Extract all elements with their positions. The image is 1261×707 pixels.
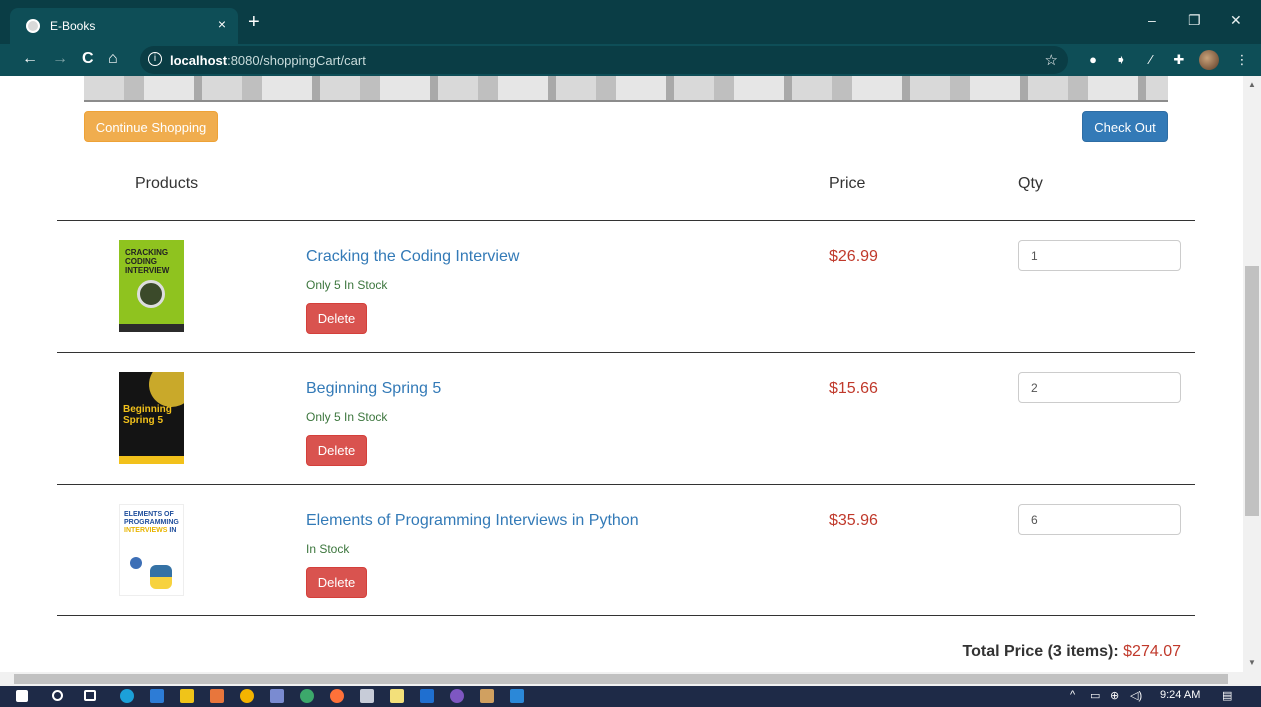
book-cover-image: CRACKING CODING INTERVIEW <box>119 240 184 332</box>
products-column-header: Products <box>135 175 199 192</box>
check-out-button[interactable]: Check Out <box>1082 111 1168 142</box>
page-content: Continue Shopping Check Out Products Pri… <box>0 76 1243 672</box>
edge-icon[interactable] <box>120 689 134 703</box>
extension-lightbulb-icon[interactable]: ● <box>1085 52 1101 68</box>
address-bar[interactable]: i localhost:8080/shoppingCart/cart ☆ <box>140 46 1068 74</box>
item-price: $35.96 <box>829 512 878 529</box>
windows-taskbar: ^ ▭ ⊕ ◁) 9:24 AM ▤ <box>0 686 1261 707</box>
battery-icon[interactable]: ▭ <box>1090 689 1100 702</box>
continue-shopping-button[interactable]: Continue Shopping <box>84 111 218 142</box>
extensions-puzzle-icon[interactable]: ✚ <box>1171 52 1187 68</box>
cart-item: ELEMENTS OF PROGRAMMING INTERVIEWS IN Elem… <box>0 485 1243 616</box>
item-price: $26.99 <box>829 248 878 265</box>
app-icon[interactable] <box>480 689 494 703</box>
reload-button[interactable]: C <box>82 50 94 68</box>
total-amount: $274.07 <box>1123 643 1181 660</box>
new-tab-button[interactable]: + <box>248 12 260 32</box>
book-title-link[interactable]: Beginning Spring 5 <box>306 380 441 398</box>
firefox-icon[interactable] <box>330 689 344 703</box>
windows-start-icon[interactable] <box>16 690 28 702</box>
minimize-button[interactable]: – <box>1148 12 1156 28</box>
delete-button[interactable]: Delete <box>306 567 367 598</box>
qty-input[interactable] <box>1018 240 1181 271</box>
cart-total: Total Price (3 items): $274.07 <box>963 643 1181 661</box>
app-icon[interactable] <box>270 689 284 703</box>
tray-chevron-icon[interactable]: ^ <box>1070 689 1075 701</box>
notification-icon[interactable]: ▤ <box>1222 689 1232 702</box>
restore-button[interactable]: ❐ <box>1188 12 1201 29</box>
search-icon[interactable] <box>52 690 63 701</box>
book-cover-image: Beginning Spring 5 <box>119 372 184 464</box>
calculator-icon[interactable] <box>360 689 374 703</box>
mail-icon[interactable] <box>510 689 524 703</box>
menu-kebab-icon[interactable]: ⋮ <box>1234 52 1250 68</box>
app-icon[interactable] <box>300 689 314 703</box>
file-explorer-icon[interactable] <box>180 689 194 703</box>
back-button[interactable]: ← <box>22 50 38 68</box>
delete-button[interactable]: Delete <box>306 435 367 466</box>
book-title-link[interactable]: Cracking the Coding Interview <box>306 248 519 266</box>
qty-input[interactable] <box>1018 504 1181 535</box>
cart-item: CRACKING CODING INTERVIEW Cracking the Co… <box>0 221 1243 352</box>
total-label: Total Price (3 items): <box>962 643 1119 660</box>
app-icon[interactable] <box>420 689 434 703</box>
price-column-header: Price <box>829 175 866 192</box>
stock-status: Only 5 In Stock <box>306 278 388 292</box>
book-cover-image: ELEMENTS OF PROGRAMMING INTERVIEWS IN <box>119 504 184 596</box>
horizontal-scrollbar[interactable] <box>0 672 1261 686</box>
url-text: localhost:8080/shoppingCart/cart <box>170 53 366 68</box>
wood-banner-image <box>84 76 1168 102</box>
divider <box>57 615 1195 616</box>
tab-close-icon[interactable]: × <box>218 16 226 32</box>
home-button[interactable]: ⌂ <box>108 50 118 68</box>
extension-arrow-icon[interactable]: ➧ <box>1113 52 1129 68</box>
app-icon[interactable] <box>150 689 164 703</box>
tab-favicon-icon <box>26 19 40 33</box>
delete-button[interactable]: Delete <box>306 303 367 334</box>
volume-icon[interactable]: ◁) <box>1130 689 1142 702</box>
browser-titlebar: E-Books × + – ❐ ✕ <box>0 0 1261 44</box>
vertical-scroll-thumb[interactable] <box>1245 266 1259 516</box>
scroll-up-arrow-icon[interactable]: ▲ <box>1248 80 1256 89</box>
site-info-icon[interactable]: i <box>148 52 162 66</box>
extension-pen-icon[interactable]: ∕ <box>1143 52 1159 68</box>
qty-column-header: Qty <box>1018 175 1043 192</box>
book-title-link[interactable]: Elements of Programming Interviews in Py… <box>306 512 639 530</box>
tab-title: E-Books <box>50 19 96 33</box>
cart-item: Beginning Spring 5 Beginning Spring 5 Onl… <box>0 353 1243 484</box>
horizontal-scroll-thumb[interactable] <box>14 674 1228 684</box>
bookmark-star-icon[interactable]: ☆ <box>1045 51 1058 69</box>
chrome-icon[interactable] <box>240 689 254 703</box>
profile-avatar[interactable] <box>1199 50 1219 70</box>
app-icon[interactable] <box>210 689 224 703</box>
stock-status: In Stock <box>306 542 350 556</box>
network-icon[interactable]: ⊕ <box>1110 689 1119 702</box>
notepad-icon[interactable] <box>390 689 404 703</box>
app-icon[interactable] <box>450 689 464 703</box>
item-price: $15.66 <box>829 380 878 397</box>
stock-status: Only 5 In Stock <box>306 410 388 424</box>
qty-input[interactable] <box>1018 372 1181 403</box>
task-view-icon[interactable] <box>84 690 96 701</box>
vertical-scrollbar[interactable]: ▲ ▼ <box>1243 76 1261 672</box>
browser-tab[interactable]: E-Books × <box>10 8 238 44</box>
forward-button[interactable]: → <box>52 50 68 68</box>
browser-toolbar: ← → C ⌂ i localhost:8080/shoppingCart/ca… <box>0 44 1261 76</box>
clock-time[interactable]: 9:24 AM <box>1160 689 1200 701</box>
scroll-down-arrow-icon[interactable]: ▼ <box>1248 658 1256 667</box>
close-window-button[interactable]: ✕ <box>1230 12 1242 29</box>
